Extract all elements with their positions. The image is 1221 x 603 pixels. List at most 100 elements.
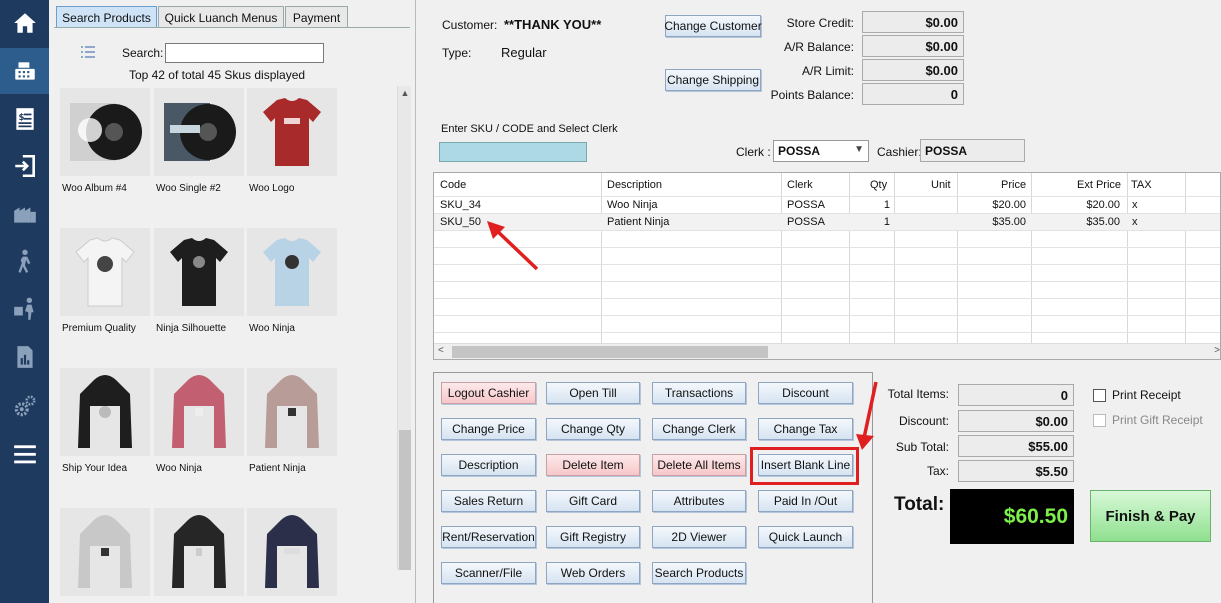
search-label: Search: [122,46,164,60]
search-input[interactable] [165,43,324,63]
product-name: Woo Single #2 [156,183,221,194]
store-credit-label: Store Credit: [786,16,854,30]
product-tile[interactable]: Ninja Silhouette [154,228,244,334]
table-row[interactable] [434,231,1220,248]
paid-in-out-button[interactable]: Paid In /Out [758,490,853,512]
product-tile[interactable]: Woo Ninja [154,368,244,474]
delivery-person-icon[interactable] [0,286,49,332]
report-icon[interactable] [0,334,49,380]
search-products-button[interactable]: Search Products [652,562,746,584]
finish-and-pay-button[interactable]: Finish & Pay [1090,490,1211,542]
warehouse-icon[interactable] [0,191,49,237]
vinyl-album-icon [60,88,150,176]
web-orders-button[interactable]: Web Orders [546,562,640,584]
change-price-button[interactable]: Change Price [441,418,536,440]
change-qty-button[interactable]: Change Qty [546,418,640,440]
table-row[interactable] [434,299,1220,316]
cash-register-icon[interactable] [0,48,49,94]
delete-item-button[interactable]: Delete Item [546,454,640,476]
scroll-right-arrow-icon[interactable]: > [1214,345,1220,356]
header-tax[interactable]: TAX [1131,179,1152,191]
cell-price: $20.00 [992,199,1026,211]
home-icon[interactable] [0,0,49,46]
open-till-button[interactable]: Open Till [546,382,640,404]
ar-limit-label: A/R Limit: [801,64,854,78]
table-row[interactable]: SKU_50 Patient Ninja POSSA 1 $35.00 $35.… [434,214,1220,231]
change-customer-button[interactable]: Change Customer [664,15,762,37]
product-tile[interactable]: Ship Your Idea [60,368,150,474]
product-name: Ninja Silhouette [156,323,227,334]
cell-ext-price: $35.00 [1086,216,1120,228]
2d-viewer-button[interactable]: 2D Viewer [652,526,746,548]
header-qty[interactable]: Qty [870,179,887,191]
logout-cashier-button[interactable]: Logout Cashier [441,382,536,404]
table-row[interactable] [434,282,1220,299]
change-shipping-button[interactable]: Change Shipping [665,69,761,91]
print-receipt-checkbox[interactable] [1093,389,1106,402]
change-clerk-button[interactable]: Change Clerk [652,418,746,440]
settings-gears-icon[interactable] [0,383,49,429]
product-tile[interactable] [60,508,150,596]
rent-reservation-button[interactable]: Rent/Reservation [441,526,536,548]
table-row[interactable]: SKU_34 Woo Ninja POSSA 1 $20.00 $20.00 x [434,197,1220,214]
customer-walking-icon[interactable] [0,238,49,284]
list-view-icon[interactable] [80,44,96,60]
cell-code: SKU_34 [440,199,481,211]
sku-input[interactable] [439,142,587,162]
header-clerk[interactable]: Clerk [787,179,813,191]
description-button[interactable]: Description [441,454,536,476]
scroll-up-arrow-icon[interactable]: ▲ [398,88,412,100]
table-row[interactable] [434,265,1220,282]
product-tile[interactable]: Woo Album #4 [60,88,150,194]
clerk-selected-value: POSSA [778,144,821,158]
print-gift-receipt-checkbox[interactable] [1093,414,1106,427]
sale-panel: Customer: **THANK YOU** Type: Regular Ch… [417,0,1221,603]
scroll-left-arrow-icon[interactable]: < [438,345,444,356]
gift-card-button[interactable]: Gift Card [546,490,640,512]
product-tile[interactable]: Woo Single #2 [154,88,244,194]
header-code[interactable]: Code [440,179,466,191]
tab-payment[interactable]: Payment [285,6,348,28]
table-row[interactable] [434,248,1220,265]
header-price[interactable]: Price [1001,179,1026,191]
header-unit[interactable]: Unit [931,179,951,191]
arrow-annotation-icon [487,221,539,271]
gift-registry-button[interactable]: Gift Registry [546,526,640,548]
blue-tshirt-icon [247,228,337,316]
product-tile[interactable]: Woo Ninja [247,228,337,334]
product-tile[interactable] [247,508,337,596]
header-ext-price[interactable]: Ext Price [1077,179,1121,191]
sku-count-text: Top 42 of total 45 Skus displayed [128,68,306,82]
black-hoodie-icon [154,508,244,596]
header-description[interactable]: Description [607,179,662,191]
product-list-scrollbar[interactable]: ▲ [397,86,411,570]
total-items-label: Total Items: [887,387,949,401]
product-tile[interactable]: Patient Ninja [247,368,337,474]
delete-all-items-button[interactable]: Delete All Items [652,454,746,476]
product-tile[interactable]: Premium Quality [60,228,150,334]
sign-in-icon[interactable] [0,143,49,189]
quick-launch-button[interactable]: Quick Launch [758,526,853,548]
sales-return-button[interactable]: Sales Return [441,490,536,512]
tab-quick-launch-menus[interactable]: Quick Luanch Menus [158,6,284,28]
scanner-file-button[interactable]: Scanner/File [441,562,536,584]
store-credit-value: $0.00 [862,11,964,33]
line-items-grid[interactable]: Code Description Clerk Qty Unit Price Ex… [433,172,1221,360]
scrollbar-thumb[interactable] [399,430,411,570]
product-tile[interactable]: Woo Logo [247,88,337,194]
clerk-dropdown[interactable]: POSSA ▼ [773,140,869,162]
menu-hamburger-icon[interactable] [0,431,49,477]
scrollbar-thumb[interactable] [452,346,768,358]
discount-button[interactable]: Discount [758,382,853,404]
grid-horizontal-scrollbar[interactable]: < > [434,343,1220,359]
cell-description: Patient Ninja [607,216,670,228]
invoice-icon[interactable]: $ [0,96,49,142]
transactions-button[interactable]: Transactions [652,382,746,404]
tab-divider [54,27,410,28]
table-row[interactable] [434,316,1220,333]
change-tax-button[interactable]: Change Tax [758,418,853,440]
tab-search-products[interactable]: Search Products [56,6,157,28]
product-tile[interactable] [154,508,244,596]
vinyl-single-icon [154,88,244,176]
attributes-button[interactable]: Attributes [652,490,746,512]
